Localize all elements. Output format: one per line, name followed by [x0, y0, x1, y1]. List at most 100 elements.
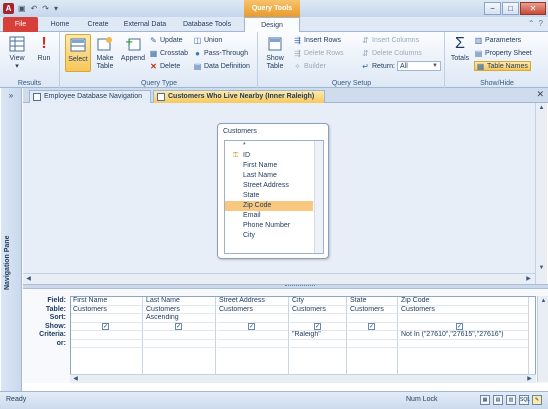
tab-home[interactable]: Home — [42, 17, 78, 32]
grid-horizontal-scrollbar[interactable]: ◀ ▶ — [70, 374, 536, 383]
grid-cell-table[interactable]: Customers — [144, 306, 215, 314]
minimize-ribbon-icon[interactable]: ⌃ — [528, 19, 535, 28]
field-list-scrollbar[interactable] — [314, 141, 323, 253]
grid-cell-sort[interactable] — [348, 314, 397, 323]
grid-cell-or[interactable] — [348, 340, 397, 348]
tab-file[interactable]: File — [3, 17, 38, 32]
parameters-button[interactable]: ▥ Parameters — [474, 35, 521, 45]
pass-through-button[interactable]: ● Pass-Through — [193, 48, 248, 58]
maximize-button[interactable]: □ — [502, 2, 519, 15]
customize-icon[interactable]: ▾ — [54, 3, 58, 14]
field-item-first-name[interactable]: First Name — [225, 161, 313, 171]
scroll-right-arrow-icon[interactable]: ▶ — [524, 375, 535, 383]
grid-vertical-scrollbar[interactable]: ▲ — [537, 296, 548, 382]
grid-cell-field[interactable]: First Name — [71, 297, 142, 306]
upper-horizontal-scrollbar[interactable]: ◀ ▶ — [23, 273, 535, 284]
scroll-left-arrow-icon[interactable]: ◀ — [70, 375, 81, 383]
return-dropdown[interactable]: All ▼ — [396, 61, 441, 71]
tab-employee-database-navigation[interactable]: Employee Database Navigation — [29, 90, 151, 103]
grid-cell-show[interactable]: ✓ — [144, 322, 215, 331]
insert-rows-button[interactable]: ⇶ Insert Rows — [293, 35, 341, 45]
totals-button[interactable]: Σ Totals — [448, 34, 472, 63]
redo-icon[interactable]: ↷ — [42, 3, 49, 14]
field-item-zip-code[interactable]: Zip Code — [225, 201, 313, 211]
datasheet-view-icon[interactable]: ▦ — [480, 395, 490, 405]
nav-pane-toggle-icon[interactable]: » — [1, 91, 21, 100]
field-item-city[interactable]: City — [225, 231, 313, 241]
design-view-icon[interactable]: ✎ — [532, 395, 542, 405]
grid-cell-table[interactable]: Customers — [217, 306, 288, 314]
grid-cell-table[interactable]: Customers — [348, 306, 397, 314]
grid-cell-criteria[interactable] — [348, 331, 397, 340]
delete-query-button[interactable]: ✕ Delete — [149, 61, 180, 71]
grid-cell-show[interactable]: ✓ — [399, 322, 528, 331]
field-item-state[interactable]: State — [225, 191, 313, 201]
grid-cell-criteria[interactable] — [71, 331, 142, 340]
field-item-all[interactable]: * — [225, 141, 313, 151]
grid-cell-sort[interactable] — [290, 314, 346, 323]
show-checkbox[interactable]: ✓ — [456, 322, 463, 330]
grid-cell-criteria[interactable]: "Raleigh" — [290, 331, 346, 340]
union-button[interactable]: ◫ Union — [193, 35, 223, 45]
tab-customers-who-live-nearby[interactable]: Customers Who Live Nearby (Inner Raleigh… — [153, 90, 325, 103]
grid-cell-criteria[interactable] — [144, 331, 215, 340]
minimize-button[interactable]: − — [484, 2, 501, 15]
field-item-street-address[interactable]: Street Address — [225, 181, 313, 191]
grid-cell-field[interactable]: Last Name — [144, 297, 215, 306]
splitter-grip[interactable] — [285, 285, 315, 287]
grid-cell-criteria[interactable] — [217, 331, 288, 340]
field-item-phone-number[interactable]: Phone Number — [225, 221, 313, 231]
scroll-down-arrow-icon[interactable]: ▼ — [536, 263, 547, 273]
append-button[interactable]: + Append — [119, 34, 147, 63]
help-icon[interactable]: ? — [539, 19, 543, 28]
upper-vertical-scrollbar[interactable]: ▲ ▼ — [535, 103, 547, 284]
customers-table-box[interactable]: Customers * ⚿ ID First Name Last Name Str… — [217, 123, 329, 259]
sql-view-icon[interactable]: SQL — [519, 395, 530, 405]
grid-cell-sort[interactable] — [217, 314, 288, 323]
property-sheet-button[interactable]: ▤ Property Sheet — [474, 48, 532, 58]
grid-cell-sort[interactable] — [71, 314, 142, 323]
scroll-up-arrow-icon[interactable]: ▲ — [538, 296, 548, 306]
grid-cell-sort[interactable]: Ascending — [144, 314, 215, 323]
grid-cell-or[interactable] — [399, 340, 528, 348]
grid-cell-field[interactable]: City — [290, 297, 346, 306]
save-icon[interactable]: ▣ — [18, 3, 26, 14]
grid-cell-show[interactable]: ✓ — [290, 322, 346, 331]
field-item-email[interactable]: Email — [225, 211, 313, 221]
data-definition-button[interactable]: ▤ Data Definition — [193, 61, 250, 71]
grid-cell-sort[interactable] — [399, 314, 528, 323]
delete-columns-button[interactable]: ⇵ Delete Columns — [361, 48, 422, 58]
field-item-id[interactable]: ⚿ ID — [225, 151, 313, 161]
grid-cell-field[interactable]: Street Address — [217, 297, 288, 306]
grid-cell-or[interactable] — [290, 340, 346, 348]
update-button[interactable]: ✎ Update — [149, 35, 182, 45]
grid-cell-show[interactable]: ✓ — [217, 322, 288, 331]
tab-external-data[interactable]: External Data — [118, 17, 172, 32]
tab-database-tools[interactable]: Database Tools — [174, 17, 240, 32]
scroll-right-arrow-icon[interactable]: ▶ — [523, 274, 534, 284]
table-names-button[interactable]: ▦ Table Names — [474, 61, 531, 71]
undo-icon[interactable]: ↶ — [31, 3, 38, 14]
crosstab-button[interactable]: ▦ Crosstab — [149, 48, 188, 58]
field-item-last-name[interactable]: Last Name — [225, 171, 313, 181]
show-checkbox[interactable]: ✓ — [248, 322, 255, 330]
close-button[interactable]: ✕ — [520, 2, 546, 15]
scroll-left-arrow-icon[interactable]: ◀ — [23, 274, 34, 284]
run-button[interactable]: ! Run — [32, 34, 56, 63]
insert-columns-button[interactable]: ⇵ Insert Columns — [361, 35, 419, 45]
grid-cell-or[interactable] — [144, 340, 215, 348]
grid-cell-show[interactable]: ✓ — [348, 322, 397, 331]
tab-create[interactable]: Create — [80, 17, 116, 32]
view-button[interactable]: View ▾ — [5, 34, 29, 71]
grid-cell-field[interactable]: Zip Code — [399, 297, 528, 306]
show-checkbox[interactable]: ✓ — [175, 322, 182, 330]
grid-cell-show[interactable]: ✓ — [71, 322, 142, 331]
grid-cell-field[interactable]: State — [348, 297, 397, 306]
grid-cell-criteria[interactable]: Not In ("27610","27615","27616") — [399, 331, 528, 340]
pivot-chart-icon[interactable]: ▥ — [506, 395, 516, 405]
builder-button[interactable]: ✧ Builder — [293, 61, 326, 71]
grid-cell-table[interactable]: Customers — [71, 306, 142, 314]
grid-cell-table[interactable]: Customers — [290, 306, 346, 314]
close-document-icon[interactable]: ✕ — [536, 89, 544, 100]
show-checkbox[interactable]: ✓ — [368, 322, 375, 330]
